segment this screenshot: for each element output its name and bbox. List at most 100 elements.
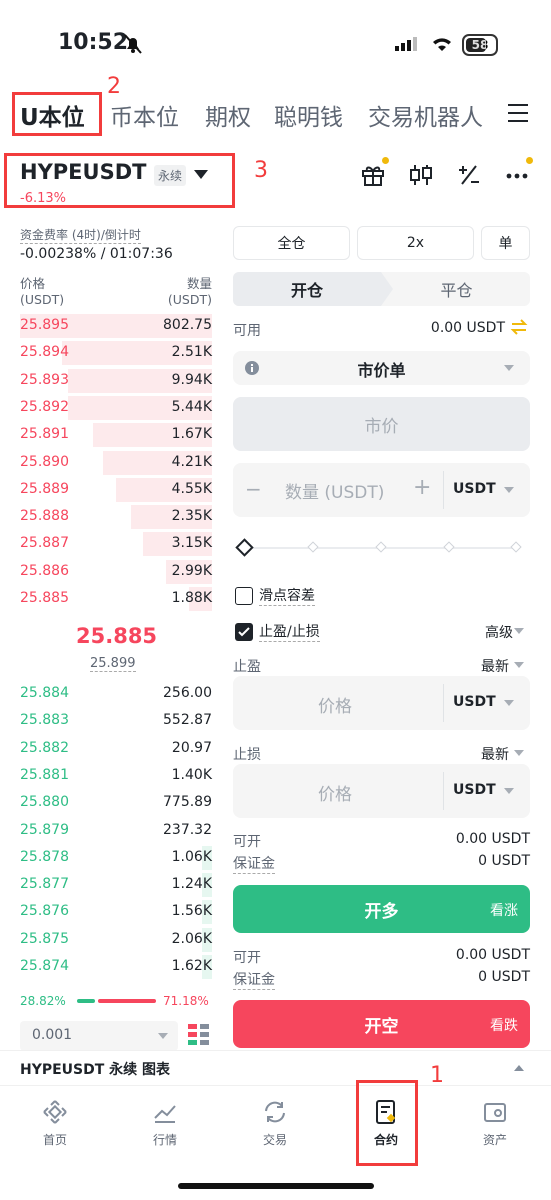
wifi-icon xyxy=(433,38,451,51)
tab-options[interactable]: 期权 xyxy=(205,98,251,132)
tpsl-checkbox[interactable] xyxy=(235,622,253,641)
calculator-icon[interactable] xyxy=(456,162,482,188)
ask-quantity: 3.15K xyxy=(171,535,212,552)
nav-trade[interactable]: 交易 xyxy=(240,1099,310,1148)
bid-quantity: 1.40K xyxy=(171,766,212,783)
ask-row[interactable]: 25.890 4.21K xyxy=(20,450,212,475)
nav-home[interactable]: 首页 xyxy=(20,1099,90,1148)
bid-row[interactable]: 25.876 1.56K xyxy=(20,900,212,925)
ask-row[interactable]: 25.891 1.67K xyxy=(20,423,212,448)
bid-price: 25.878 xyxy=(20,848,69,865)
ask-quantity: 9.94K xyxy=(171,371,212,388)
ask-row[interactable]: 25.885 1.88K xyxy=(20,587,212,611)
status-time: 10:52 xyxy=(58,30,129,55)
ask-price: 25.893 xyxy=(20,371,69,388)
ask-row[interactable]: 25.888 2.35K xyxy=(20,505,212,530)
tp-trigger-dropdown[interactable]: 最新 xyxy=(481,656,509,676)
leverage-button[interactable]: 2x xyxy=(357,226,474,260)
bid-row[interactable]: 25.881 1.40K xyxy=(20,764,212,788)
advanced-dropdown[interactable]: 高级 xyxy=(485,622,513,642)
position-mode-button[interactable]: 单 xyxy=(481,226,530,260)
open-short-button[interactable]: 开空 看跌 xyxy=(233,1000,530,1048)
order-type-select[interactable]: 市价单 xyxy=(233,351,530,385)
tab-smart-money[interactable]: 聪明钱 xyxy=(274,98,343,132)
bid-row[interactable]: 25.883 552.87 xyxy=(20,709,212,733)
minus-icon[interactable]: − xyxy=(245,477,262,501)
bid-quantity: 552.87 xyxy=(163,712,212,729)
ask-quantity: 2.35K xyxy=(171,508,212,525)
bid-row[interactable]: 25.880 775.89 xyxy=(20,791,212,815)
ask-row[interactable]: 25.887 3.15K xyxy=(20,532,212,557)
chevron-up-icon xyxy=(514,1065,524,1071)
slippage-label: 滑点容差 xyxy=(259,585,315,606)
nav-markets[interactable]: 行情 xyxy=(130,1099,200,1148)
transfer-icon[interactable] xyxy=(510,318,528,336)
long-margin-value: 0 USDT xyxy=(478,853,530,869)
tpsl-option[interactable]: 止盈/止损 xyxy=(235,621,320,642)
mark-price[interactable]: 25.899 xyxy=(90,656,136,672)
ask-price: 25.892 xyxy=(20,398,69,415)
tp-unit[interactable]: USDT xyxy=(453,694,496,710)
bid-row[interactable]: 25.874 1.62K xyxy=(20,955,212,979)
tab-open[interactable]: 开仓 xyxy=(233,272,393,306)
stop-loss-input[interactable]: 价格 USDT xyxy=(233,764,530,818)
sl-unit[interactable]: USDT xyxy=(453,782,496,798)
ask-price: 25.888 xyxy=(20,508,69,525)
gift-icon[interactable] xyxy=(360,157,389,188)
price-input[interactable]: 市价 xyxy=(233,397,530,451)
precision-select[interactable]: 0.001 xyxy=(20,1021,178,1051)
plus-icon[interactable]: + xyxy=(413,475,431,500)
chart-bar-label: HYPEUSDT 永续 图表 xyxy=(20,1062,171,1078)
ask-row[interactable]: 25.895 802.75 xyxy=(20,314,212,338)
margin-mode-button[interactable]: 全仓 xyxy=(233,226,350,260)
bid-row[interactable]: 25.884 256.00 xyxy=(20,682,212,706)
annotation-label-2: 2 xyxy=(107,74,121,99)
nav-assets[interactable]: 资产 xyxy=(460,1099,530,1148)
ask-price: 25.894 xyxy=(20,344,69,361)
tab-trading-bots[interactable]: 交易机器人 xyxy=(368,98,483,132)
slippage-option[interactable]: 滑点容差 xyxy=(235,585,315,606)
quantity-unit[interactable]: USDT xyxy=(453,481,496,497)
tab-close[interactable]: 平仓 xyxy=(383,272,530,306)
ask-row[interactable]: 25.889 4.55K xyxy=(20,477,212,502)
bid-row[interactable]: 25.878 1.06K xyxy=(20,845,212,870)
funding-rate-label[interactable]: 资金费率 (4时)/倒计时 xyxy=(20,226,141,244)
battery-icon: 58 xyxy=(462,34,498,56)
slider-handle[interactable] xyxy=(235,538,254,557)
orderbook-layout-icon[interactable] xyxy=(188,1024,210,1048)
last-price[interactable]: 25.885 xyxy=(76,624,157,648)
bid-row[interactable]: 25.877 1.24K xyxy=(20,873,212,898)
ask-quantity: 1.67K xyxy=(171,426,212,443)
buy-ratio: 28.82% xyxy=(20,994,66,1008)
more-icon[interactable] xyxy=(504,157,533,188)
quantity-input[interactable]: − 数量 (USDT) + USDT xyxy=(233,463,530,517)
chevron-down-icon xyxy=(514,628,524,634)
price-placeholder: 市价 xyxy=(364,417,399,437)
open-long-button[interactable]: 开多 看涨 xyxy=(233,885,530,933)
bid-row[interactable]: 25.882 20.97 xyxy=(20,737,212,761)
ask-row[interactable]: 25.894 2.51K xyxy=(20,341,212,366)
amount-slider[interactable] xyxy=(235,538,522,557)
bid-row[interactable]: 25.875 2.06K xyxy=(20,927,212,952)
funding-rate-value: -0.00238% / 01:07:36 xyxy=(20,246,173,262)
sl-trigger-dropdown[interactable]: 最新 xyxy=(481,744,509,764)
chevron-down-icon xyxy=(504,700,514,706)
open-long-label: 开多 xyxy=(364,902,399,922)
bid-quantity: 20.97 xyxy=(171,739,212,756)
slippage-checkbox[interactable] xyxy=(235,586,253,605)
ask-row[interactable]: 25.892 5.44K xyxy=(20,395,212,420)
buy-ratio-bar xyxy=(77,999,95,1003)
bid-row[interactable]: 25.879 237.32 xyxy=(20,819,212,843)
ask-quantity: 2.99K xyxy=(171,562,212,579)
quantity-placeholder: 数量 (USDT) xyxy=(285,483,385,503)
take-profit-input[interactable]: 价格 USDT xyxy=(233,676,530,730)
nav-trade-label: 交易 xyxy=(262,1133,287,1147)
home-indicator xyxy=(178,1183,374,1189)
binance-logo-icon xyxy=(43,1100,67,1124)
tab-coin-m[interactable]: 币本位 xyxy=(110,98,179,132)
chart-toggle-bar[interactable]: HYPEUSDT 永续 图表 xyxy=(0,1050,551,1086)
menu-icon[interactable] xyxy=(508,104,528,128)
ask-row[interactable]: 25.886 2.99K xyxy=(20,559,212,584)
candlestick-chart-icon[interactable] xyxy=(408,162,434,188)
ask-row[interactable]: 25.893 9.94K xyxy=(20,368,212,393)
